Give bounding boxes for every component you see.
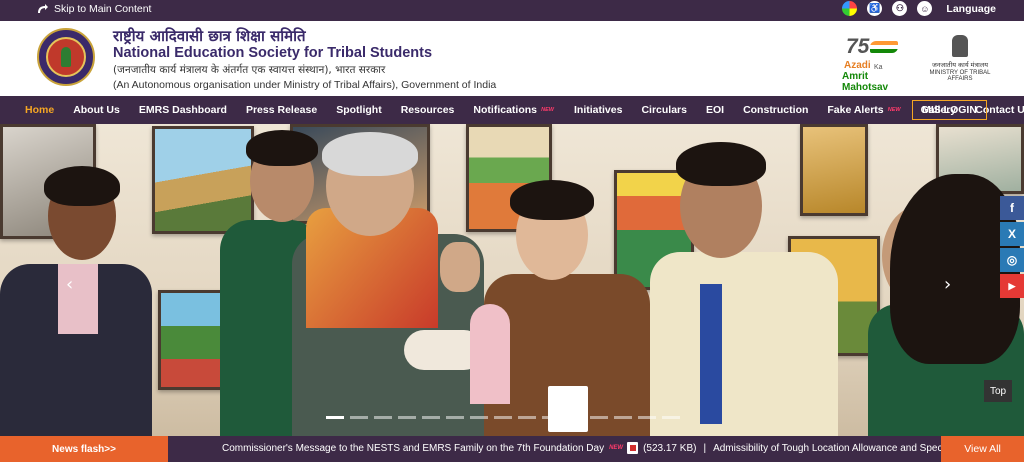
- top-utility-bar: Skip to Main Content ♿ ⚇ ☺ Language: [0, 0, 1024, 21]
- carousel-dot[interactable]: [326, 416, 344, 419]
- news-flash-label: News flash>>: [0, 436, 168, 462]
- instagram-icon[interactable]: ◎: [1000, 248, 1024, 272]
- tricolor-flag-icon: [870, 41, 898, 53]
- mis-login-button[interactable]: MIS LOGIN: [912, 100, 987, 120]
- carousel-dot[interactable]: [614, 416, 632, 419]
- hindi-org-title: राष्ट्रीय आदिवासी छात्र शिक्षा समिति: [113, 27, 306, 45]
- carousel-dot[interactable]: [542, 416, 560, 419]
- user-accessibility-icon[interactable]: ☺: [917, 1, 933, 16]
- carousel-prev-arrow[interactable]: ‹: [66, 274, 73, 295]
- language-selector[interactable]: Language: [946, 3, 996, 15]
- carousel-dot[interactable]: [638, 416, 656, 419]
- painting: [152, 126, 254, 234]
- carousel-dot[interactable]: [470, 416, 488, 419]
- national-emblem-icon: [952, 35, 968, 57]
- separator: |: [703, 442, 707, 454]
- new-badge: NEW: [609, 445, 624, 451]
- new-badge: NEW: [541, 107, 554, 113]
- nav-initiatives[interactable]: Initiatives: [574, 104, 622, 116]
- news-flash-bar: News flash>> Commissioner's Message to t…: [0, 436, 1024, 462]
- carousel-next-arrow[interactable]: ›: [944, 274, 951, 295]
- x-twitter-icon[interactable]: X: [1000, 222, 1024, 246]
- carousel-dot[interactable]: [566, 416, 584, 419]
- nav-emrs-dashboard[interactable]: EMRS Dashboard: [139, 104, 227, 116]
- news-item[interactable]: Commissioner's Message to the NESTS and …: [222, 443, 604, 454]
- pdf-icon[interactable]: [627, 442, 639, 454]
- carousel-dot[interactable]: [590, 416, 608, 419]
- painting: [800, 124, 868, 216]
- social-media-sidebar: f X ◎ ▶: [1000, 196, 1024, 300]
- youtube-icon[interactable]: ▶: [1000, 274, 1024, 298]
- sitemap-icon[interactable]: ⚇: [892, 1, 908, 16]
- skip-arrow-icon: [38, 4, 48, 13]
- new-badge: NEW: [887, 107, 901, 113]
- skip-to-content-link[interactable]: Skip to Main Content: [36, 3, 151, 15]
- accessibility-icon[interactable]: ♿: [867, 1, 883, 16]
- carousel-dot[interactable]: [494, 416, 512, 419]
- carousel-dot[interactable]: [350, 416, 368, 419]
- nav-resources[interactable]: Resources: [401, 104, 455, 116]
- nav-press-release[interactable]: Press Release: [246, 104, 317, 116]
- carousel-dot[interactable]: [422, 416, 440, 419]
- nav-home[interactable]: Home: [25, 104, 54, 116]
- nav-about-us[interactable]: About Us: [73, 104, 120, 116]
- main-navigation: Home About Us EMRS Dashboard Press Relea…: [0, 96, 1024, 124]
- news-ticker[interactable]: Commissioner's Message to the NESTS and …: [222, 442, 1002, 454]
- ministry-of-tribal-affairs-logo[interactable]: जनजातीय कार्य मंत्रालय MINISTRY OF TRIBA…: [920, 35, 1000, 82]
- azadi-ka-amrit-mahotsav-logo: 75 Azadi Ka Amrit Mahotsav: [842, 35, 912, 93]
- carousel-dot[interactable]: [446, 416, 464, 419]
- nav-circulars[interactable]: Circulars: [641, 104, 687, 116]
- nav-spotlight[interactable]: Spotlight: [336, 104, 382, 116]
- color-contrast-icon[interactable]: [842, 1, 858, 16]
- site-header: राष्ट्रीय आदिवासी छात्र शिक्षा समिति Nat…: [0, 21, 1024, 96]
- nav-fake-alerts[interactable]: Fake Alerts NEW: [827, 104, 900, 116]
- back-to-top-button[interactable]: Top: [984, 380, 1012, 402]
- view-all-button[interactable]: View All: [941, 436, 1024, 462]
- carousel-dot[interactable]: [518, 416, 536, 419]
- english-subtitle: (An Autonomous organisation under Minist…: [113, 79, 497, 91]
- file-size: (523.17 KB): [643, 442, 697, 454]
- nav-eoi[interactable]: EOI: [706, 104, 724, 116]
- skip-label: Skip to Main Content: [54, 3, 152, 15]
- hero-carousel[interactable]: ‹ ›: [0, 124, 1024, 436]
- facebook-icon[interactable]: f: [1000, 196, 1024, 220]
- english-org-title: National Education Society for Tribal St…: [113, 45, 433, 61]
- carousel-dot[interactable]: [398, 416, 416, 419]
- carousel-indicators: [326, 416, 680, 419]
- hindi-subtitle: (जनजातीय कार्य मंत्रालय के अंतर्गत एक स्…: [113, 64, 386, 76]
- carousel-dot[interactable]: [374, 416, 392, 419]
- carousel-dot[interactable]: [662, 416, 680, 419]
- nav-construction[interactable]: Construction: [743, 104, 808, 116]
- nav-notifications[interactable]: Notifications NEW: [473, 104, 554, 116]
- nests-logo[interactable]: [37, 28, 95, 86]
